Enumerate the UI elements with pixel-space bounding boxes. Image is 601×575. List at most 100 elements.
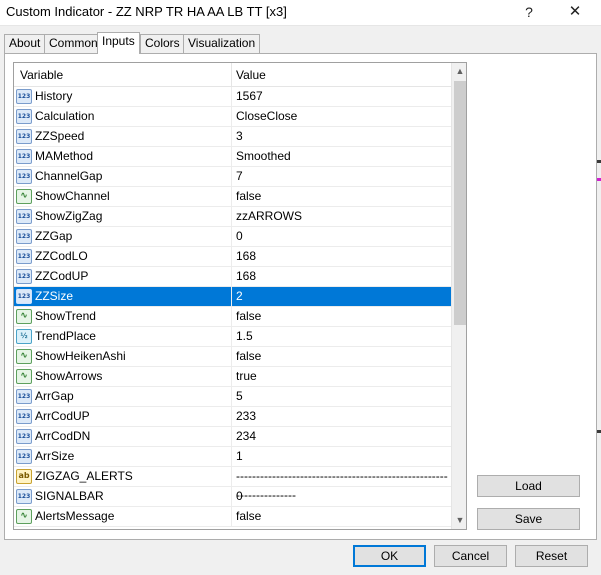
value-cell[interactable]: 1567 [236, 87, 263, 107]
grid-row[interactable]: 123 ZZSize 2 [14, 287, 451, 307]
tab-common[interactable]: Common [44, 34, 103, 53]
value-cell[interactable]: 2 [236, 287, 243, 307]
value-cell[interactable]: Smoothed [236, 147, 291, 167]
background-fragment [597, 430, 601, 433]
tab-visualization[interactable]: Visualization [183, 34, 261, 53]
grid-row[interactable]: 123 Calculation CloseClose [14, 107, 451, 127]
ok-button[interactable]: OK [353, 545, 426, 567]
variable-cell: 123 ArrCodUP [14, 407, 232, 427]
value-cell[interactable]: 1.5 [236, 327, 253, 347]
value-cell[interactable]: 1 [236, 447, 243, 467]
integer-type-icon: 123 [16, 249, 32, 264]
variable-name: ArrGap [35, 389, 74, 403]
grid-row[interactable]: 123 MAMethod Smoothed [14, 147, 451, 167]
boolean-type-icon: ∿ [16, 369, 32, 384]
value-cell[interactable]: 5 [236, 387, 243, 407]
reset-button[interactable]: Reset [515, 545, 588, 567]
variable-cell: 123 ArrGap [14, 387, 232, 407]
variable-cell: 123 ShowZigZag [14, 207, 232, 227]
vertical-scrollbar[interactable]: ▲ ▼ [451, 63, 466, 529]
value-cell[interactable]: 0 [236, 487, 243, 507]
integer-type-icon: 123 [16, 429, 32, 444]
variable-cell: 123 ZZCodLO [14, 247, 232, 267]
grid-row[interactable]: 123 ZZSpeed 3 [14, 127, 451, 147]
value-cell[interactable]: false [236, 187, 261, 207]
tab-inputs[interactable]: Inputs [97, 32, 140, 54]
help-icon[interactable]: ? [509, 0, 549, 26]
variable-name: ZZCodUP [35, 269, 89, 283]
save-button[interactable]: Save [477, 508, 580, 530]
variable-name: ShowTrend [35, 309, 96, 323]
grid-row[interactable]: 123 ZZCodUP 168 [14, 267, 451, 287]
grid-row[interactable]: 123 ShowZigZag zzARROWS [14, 207, 451, 227]
value-cell[interactable]: ----------------------------------------… [236, 467, 451, 502]
value-cell[interactable]: 7 [236, 167, 243, 187]
scroll-up-icon[interactable]: ▲ [452, 63, 466, 80]
variable-name: Calculation [35, 109, 95, 123]
integer-type-icon: 123 [16, 289, 32, 304]
variable-name: ZIGZAG_ALERTS [35, 469, 133, 483]
value-cell[interactable]: false [236, 307, 261, 327]
grid-row[interactable]: 123 SIGNALBAR 0 [14, 487, 451, 507]
variable-cell: 123 ZZGap [14, 227, 232, 247]
grid-row[interactable]: ∿ ShowTrend false [14, 307, 451, 327]
value-cell[interactable]: true [236, 367, 257, 387]
value-cell[interactable]: 168 [236, 267, 256, 287]
variable-name: ZZSpeed [35, 129, 85, 143]
integer-type-icon: 123 [16, 449, 32, 464]
scrollbar-thumb[interactable] [454, 81, 466, 325]
variable-name: ShowArrows [35, 369, 103, 383]
variable-name: ZZSize [35, 289, 74, 303]
integer-type-icon: 123 [16, 209, 32, 224]
variable-name: ChannelGap [35, 169, 103, 183]
value-cell[interactable]: 234 [236, 427, 256, 447]
value-cell[interactable]: zzARROWS [236, 207, 302, 227]
integer-type-icon: 123 [16, 169, 32, 184]
value-cell[interactable]: 0 [236, 227, 243, 247]
tab-colors[interactable]: Colors [140, 34, 185, 53]
value-cell[interactable]: false [236, 507, 261, 527]
variable-cell: 123 ZZCodUP [14, 267, 232, 287]
grid-row[interactable]: 123 ZZCodLO 168 [14, 247, 451, 267]
grid-row[interactable]: ∿ ShowHeikenAshi false [14, 347, 451, 367]
grid-row[interactable]: 123 ZZGap 0 [14, 227, 451, 247]
column-header-value[interactable]: Value [232, 63, 451, 87]
value-cell[interactable]: 233 [236, 407, 256, 427]
close-icon[interactable]: ✕ [555, 0, 595, 26]
value-cell[interactable]: 3 [236, 127, 243, 147]
variable-name: ShowHeikenAshi [35, 349, 126, 363]
inputs-grid: Variable Value 123 History 1567 123 Calculat… [13, 62, 467, 530]
variable-cell: ∿ ShowChannel [14, 187, 232, 207]
tab-about[interactable]: About [4, 34, 46, 53]
grid-row[interactable]: 123 ArrCodUP 233 [14, 407, 451, 427]
boolean-type-icon: ∿ [16, 309, 32, 324]
grid-row[interactable]: ab ZIGZAG_ALERTS -------------------------… [14, 467, 451, 502]
grid-row[interactable]: 123 History 1567 [14, 87, 451, 107]
variable-cell: ∿ ShowHeikenAshi [14, 347, 232, 367]
grid-row[interactable]: ∿ ShowArrows true [14, 367, 451, 387]
variable-cell: 123 SIGNALBAR [14, 487, 232, 507]
scroll-down-icon[interactable]: ▼ [452, 512, 466, 529]
grid-row[interactable]: ∿ ShowChannel false [14, 187, 451, 207]
grid-row[interactable]: 123 ArrGap 5 [14, 387, 451, 407]
variable-cell: ∿ ShowTrend [14, 307, 232, 327]
grid-row[interactable]: 123 ChannelGap 7 [14, 167, 451, 187]
integer-type-icon: 123 [16, 149, 32, 164]
variable-name: MAMethod [35, 149, 94, 163]
value-cell[interactable]: 168 [236, 247, 256, 267]
value-cell[interactable]: CloseClose [236, 107, 297, 127]
value-cell[interactable]: false [236, 347, 261, 367]
grid-row[interactable]: ½ TrendPlace 1.5 [14, 327, 451, 347]
column-header-variable[interactable]: Variable [14, 63, 232, 87]
variable-cell: 123 ZZSpeed [14, 127, 232, 147]
title-bar: Custom Indicator - ZZ NRP TR HA AA LB TT… [0, 0, 601, 26]
grid-row[interactable]: 123 ArrCodDN 234 [14, 427, 451, 447]
integer-type-icon: 123 [16, 269, 32, 284]
integer-type-icon: 123 [16, 409, 32, 424]
load-button[interactable]: Load [477, 475, 580, 497]
variable-name: History [35, 89, 73, 103]
cancel-button[interactable]: Cancel [434, 545, 507, 567]
variable-name: ZZGap [35, 229, 73, 243]
grid-row[interactable]: 123 ArrSize 1 [14, 447, 451, 467]
grid-row[interactable]: ∿ AlertsMessage false [14, 507, 451, 527]
